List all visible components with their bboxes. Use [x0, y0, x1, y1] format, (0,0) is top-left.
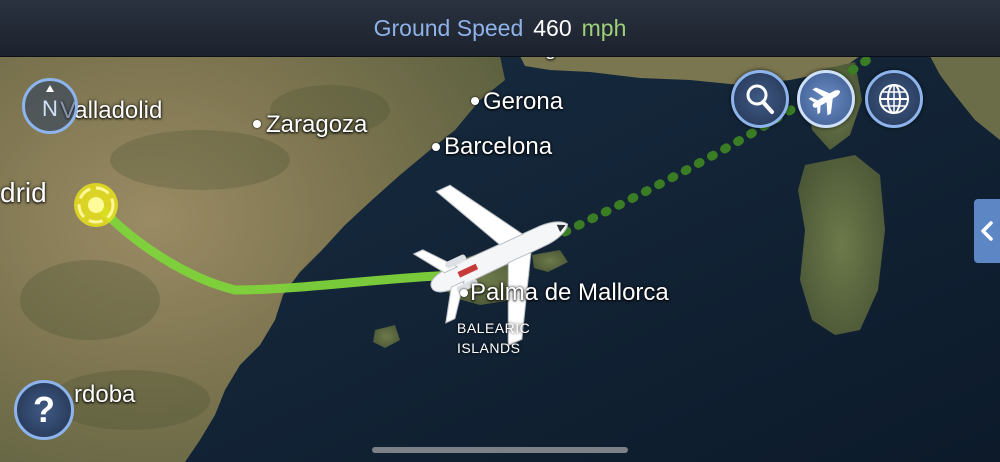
side-panel-toggle[interactable] — [974, 199, 1000, 263]
city-label-cordoba: rdoba — [74, 381, 136, 408]
airplane-icon — [808, 87, 840, 116]
region-label-balearic: BALEARIC ISLANDS — [457, 318, 530, 358]
origin-marker — [74, 183, 118, 227]
city-label-gerona: Gerona — [483, 88, 564, 115]
ground-speed-unit: mph — [581, 14, 627, 41]
city-label-madrid: drid — [0, 177, 47, 208]
ground-speed-bar: Ground Speed 460 mph — [0, 0, 1000, 57]
magnifier-icon — [746, 84, 774, 114]
city-dot-barcelona — [432, 143, 440, 151]
compass-button[interactable]: N — [22, 78, 78, 134]
ground-speed-value: 460 — [533, 14, 572, 41]
city-label-palma: Palma de Mallorca — [470, 279, 669, 306]
region-label-line-1: BALEARIC — [457, 320, 531, 336]
globe-button[interactable] — [865, 70, 923, 128]
svg-text:N: N — [42, 96, 58, 121]
home-indicator[interactable] — [372, 447, 628, 453]
help-button[interactable]: ? — [14, 380, 74, 440]
map-view[interactable] — [0, 0, 1000, 462]
search-button[interactable] — [731, 70, 789, 128]
compass-north-icon: N — [42, 85, 58, 121]
chevron-left-icon — [981, 221, 993, 241]
city-dot-gerona — [471, 97, 479, 105]
ground-speed-label: Ground Speed — [373, 14, 524, 41]
city-label-zaragoza: Zaragoza — [266, 111, 368, 138]
region-label-line-2: ISLANDS — [457, 340, 521, 356]
globe-icon — [879, 84, 909, 114]
city-label-barcelona: Barcelona — [444, 133, 553, 160]
flight-view-button[interactable] — [797, 70, 855, 128]
city-dot-zaragoza — [253, 120, 261, 128]
city-dot-palma — [460, 289, 468, 297]
